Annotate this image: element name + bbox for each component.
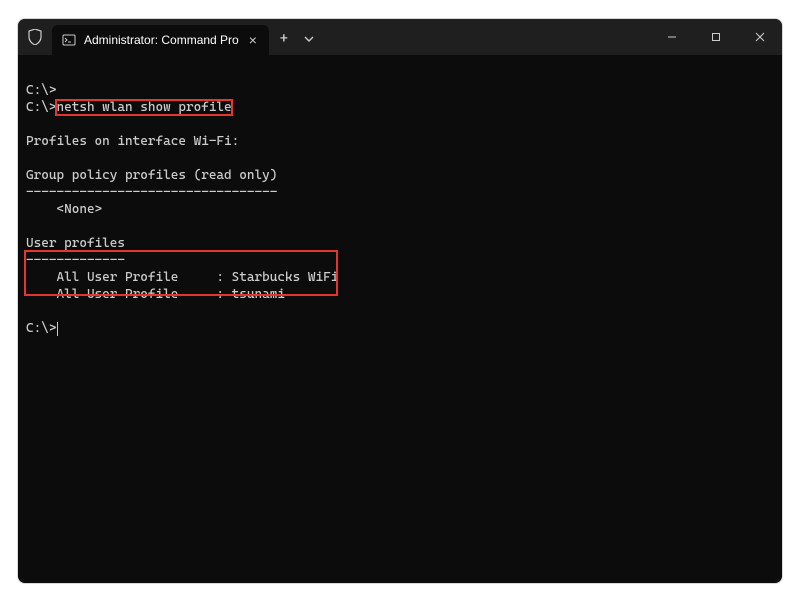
tab-active[interactable]: Administrator: Command Pro × [52,25,269,55]
output-line: User profiles [26,236,125,251]
tab-title: Administrator: Command Pro [84,33,239,47]
output-line: C:\> [26,83,56,98]
close-window-button[interactable] [738,19,782,55]
output-line: All User Profile : tsunami [26,287,285,302]
highlighted-command: netsh wlan show profile [56,100,231,115]
shield-icon [18,19,52,55]
terminal-window: Administrator: Command Pro × + C:\> C:\>… [17,18,783,584]
titlebar: Administrator: Command Pro × + [18,19,782,55]
prompt-current: C:\> [26,321,56,336]
output-line: <None> [26,202,102,217]
maximize-button[interactable] [694,19,738,55]
output-line: Profiles on interface Wi-Fi: [26,134,239,149]
new-tab-button[interactable]: + [269,24,299,54]
output-line: --------------------------------- [26,185,277,200]
output-line: ------------- [26,253,125,268]
prompt: C:\> [26,100,56,115]
tab-dropdown-button[interactable] [299,24,319,54]
titlebar-left: Administrator: Command Pro × + [18,19,319,55]
output-line: All User Profile : Starbucks WiFi [26,270,338,285]
tab-close-button[interactable]: × [247,33,259,47]
cmd-icon [62,33,76,47]
text-cursor [57,322,58,336]
output-line: Group policy profiles (read only) [26,168,277,183]
terminal-body[interactable]: C:\> C:\>netsh wlan show profile Profile… [18,55,782,583]
minimize-button[interactable] [650,19,694,55]
